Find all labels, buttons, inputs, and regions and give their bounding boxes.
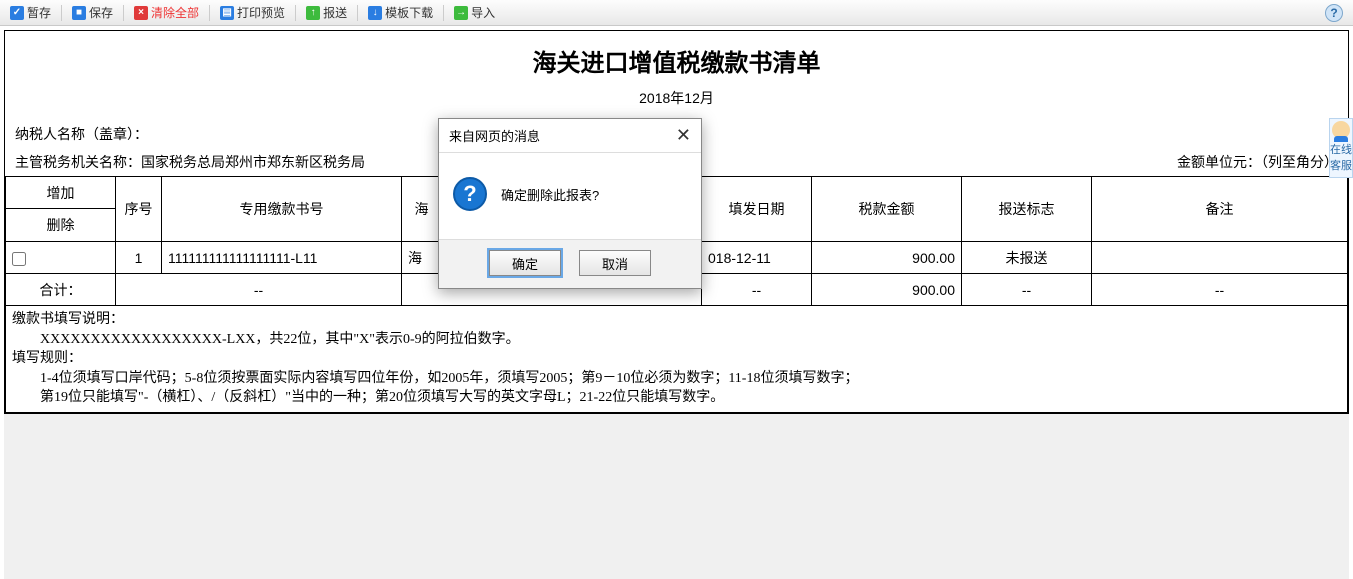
help-button[interactable]: ? bbox=[1325, 4, 1343, 22]
dialog-body: ? 确定删除此报表? bbox=[439, 153, 701, 239]
tempsave-icon: ✓ bbox=[10, 6, 24, 20]
separator bbox=[209, 5, 210, 21]
separator bbox=[443, 5, 444, 21]
dialog-title: 来自网页的消息 bbox=[449, 126, 540, 145]
cell-issue-date[interactable]: 018-12-11 bbox=[702, 242, 812, 274]
instr-line1: 缴款书填写说明： bbox=[12, 310, 1341, 330]
submit-label: 报送 bbox=[323, 4, 347, 21]
total-dash4: -- bbox=[962, 274, 1092, 306]
cancel-button[interactable]: 取消 bbox=[579, 250, 651, 276]
instr-line3: 填写规则： bbox=[12, 349, 1341, 369]
avatar-icon bbox=[1332, 121, 1350, 139]
col-remark: 备注 bbox=[1092, 177, 1348, 242]
import-button[interactable]: → 导入 bbox=[448, 2, 501, 23]
tempsave-label: 暂存 bbox=[27, 4, 51, 21]
tempsave-button[interactable]: ✓ 暂存 bbox=[4, 2, 57, 23]
authority-label: 主管税务机关名称： bbox=[15, 152, 141, 172]
template-icon: ↓ bbox=[368, 6, 382, 20]
confirm-dialog: 来自网页的消息 ✕ ? 确定删除此报表? 确定 取消 bbox=[438, 118, 702, 289]
import-label: 导入 bbox=[471, 4, 495, 21]
col-status: 报送标志 bbox=[962, 177, 1092, 242]
clearall-button[interactable]: × 清除全部 bbox=[128, 2, 205, 23]
separator bbox=[123, 5, 124, 21]
cell-hidden: 海 bbox=[402, 242, 442, 274]
separator bbox=[295, 5, 296, 21]
total-amount: 900.00 bbox=[812, 274, 962, 306]
question-icon: ? bbox=[453, 177, 487, 211]
col-no: 序号 bbox=[116, 177, 162, 242]
row-checkbox-cell bbox=[6, 242, 116, 274]
instr-line2: XXXXXXXXXXXXXXXXXX-LXX，共22位，其中"X"表示0-9的阿… bbox=[12, 330, 1341, 350]
clear-icon: × bbox=[134, 6, 148, 20]
total-dash5: -- bbox=[1092, 274, 1348, 306]
save-label: 保存 bbox=[89, 4, 113, 21]
cell-tax-amount[interactable]: 900.00 bbox=[812, 242, 962, 274]
col-hidden: 海 bbox=[402, 177, 442, 242]
col-issue-date: 填发日期 bbox=[702, 177, 812, 242]
submit-button[interactable]: ↑ 报送 bbox=[300, 2, 353, 23]
dialog-titlebar: 来自网页的消息 ✕ bbox=[439, 119, 701, 153]
service-line1: 在线 bbox=[1330, 141, 1352, 157]
close-icon[interactable]: ✕ bbox=[676, 125, 691, 146]
authority-value: 国家税务总局郑州市郑东新区税务局 bbox=[141, 152, 365, 172]
delete-button[interactable]: 删除 bbox=[6, 209, 115, 241]
ok-button[interactable]: 确定 bbox=[489, 250, 561, 276]
total-label: 合计： bbox=[6, 274, 116, 306]
toolbar: ✓ 暂存 ■ 保存 × 清除全部 ▤ 打印预览 ↑ 报送 ↓ 模板下载 → 导入… bbox=[0, 0, 1353, 26]
separator bbox=[61, 5, 62, 21]
cell-remark[interactable] bbox=[1092, 242, 1348, 274]
dialog-footer: 确定 取消 bbox=[439, 239, 701, 288]
add-button[interactable]: 增加 bbox=[6, 177, 115, 209]
content: 海关进口增值税缴款书清单 2018年12月 纳税人名称（盖章）： 主管税务机关名… bbox=[0, 26, 1353, 579]
period: 2018年12月 bbox=[5, 82, 1348, 120]
instr-line4: 1-4位须填写口岸代码；5-8位须按票面实际内容填写四位年份，如2005年，须填… bbox=[12, 369, 1341, 389]
template-button[interactable]: ↓ 模板下载 bbox=[362, 2, 439, 23]
clearall-label: 清除全部 bbox=[151, 4, 199, 21]
cell-no: 1 bbox=[116, 242, 162, 274]
template-label: 模板下载 bbox=[385, 4, 433, 21]
unit-label: 金额单位元：（列至角分） bbox=[1177, 152, 1338, 172]
service-line2: 客服 bbox=[1330, 157, 1352, 173]
taxpayer-label: 纳税人名称（盖章）： bbox=[15, 124, 148, 144]
submit-icon: ↑ bbox=[306, 6, 320, 20]
total-dash3: -- bbox=[702, 274, 812, 306]
col-book-no: 专用缴款书号 bbox=[162, 177, 402, 242]
action-header: 增加 删除 bbox=[6, 177, 116, 242]
row-checkbox[interactable] bbox=[12, 252, 26, 266]
page-title: 海关进口增值税缴款书清单 bbox=[5, 31, 1348, 82]
dialog-message: 确定删除此报表? bbox=[501, 185, 599, 204]
empty-area bbox=[4, 414, 1349, 579]
cell-book-no[interactable]: 111111111111111111-L11 bbox=[162, 242, 402, 274]
total-dash1: -- bbox=[116, 274, 402, 306]
instr-line5: 第19位只能填写"-（横杠）、/（反斜杠）"当中的一种；第20位须填写大写的英文… bbox=[12, 388, 1341, 408]
instructions: 缴款书填写说明： XXXXXXXXXXXXXXXXXX-LXX，共22位，其中"… bbox=[5, 306, 1348, 413]
printpreview-label: 打印预览 bbox=[237, 4, 285, 21]
print-icon: ▤ bbox=[220, 6, 234, 20]
col-tax-amount: 税款金额 bbox=[812, 177, 962, 242]
online-service[interactable]: 在线 客服 bbox=[1329, 118, 1353, 178]
save-icon: ■ bbox=[72, 6, 86, 20]
cell-status: 未报送 bbox=[962, 242, 1092, 274]
import-icon: → bbox=[454, 6, 468, 20]
separator bbox=[357, 5, 358, 21]
printpreview-button[interactable]: ▤ 打印预览 bbox=[214, 2, 291, 23]
save-button[interactable]: ■ 保存 bbox=[66, 2, 119, 23]
